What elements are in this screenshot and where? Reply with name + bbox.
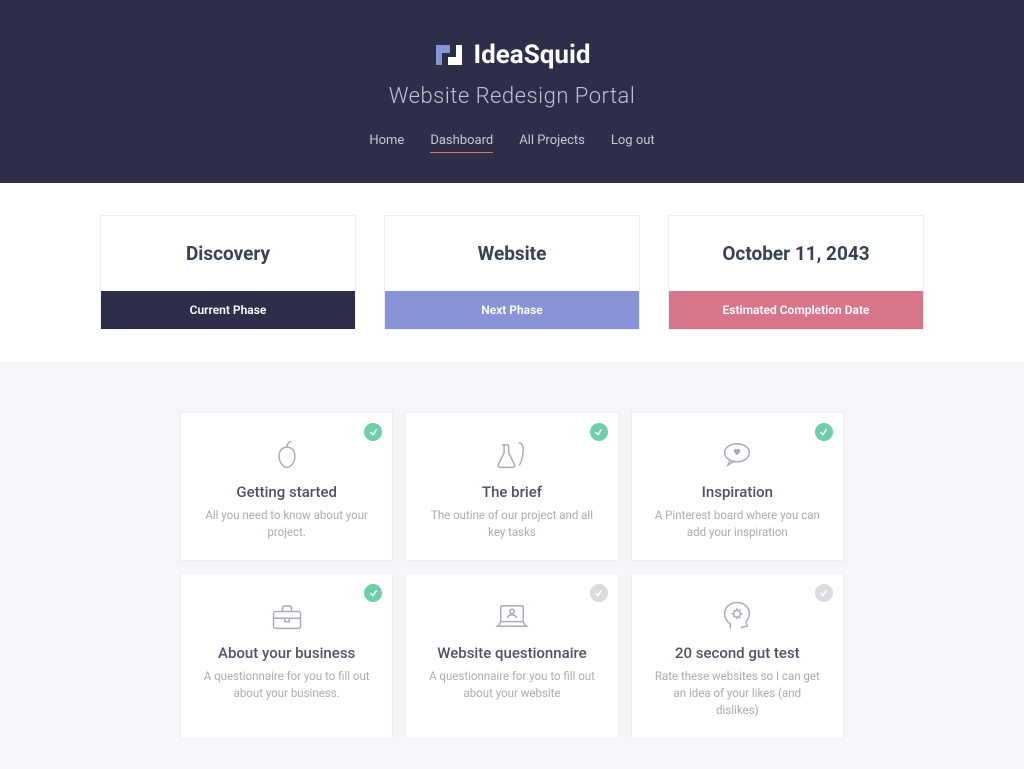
status-label: Estimated Completion Date: [669, 291, 923, 329]
task-title: Website questionnaire: [428, 644, 595, 662]
task-description: A Pinterest board where you can add your…: [654, 507, 821, 540]
task-title: Inspiration: [654, 483, 821, 501]
task-description: A questionnaire for you to fill out abou…: [428, 668, 595, 701]
check-badge-done-icon: [364, 584, 382, 602]
task-card[interactable]: 20 second gut test Rate these websites so…: [631, 573, 844, 739]
task-card[interactable]: Inspiration A Pinterest board where you c…: [631, 412, 844, 561]
check-badge-done-icon: [364, 423, 382, 441]
logo-icon: [434, 43, 464, 67]
task-description: A questionnaire for you to fill out abou…: [203, 668, 370, 701]
status-card-completion-date: October 11, 2043 Estimated Completion Da…: [668, 215, 924, 330]
nav-home[interactable]: Home: [369, 133, 404, 153]
status-card-next-phase: Website Next Phase: [384, 215, 640, 330]
laptop-user-icon: [428, 600, 595, 632]
task-description: All you need to know about your project.: [203, 507, 370, 540]
check-badge-done-icon: [815, 423, 833, 441]
status-value: Website: [385, 216, 639, 291]
status-value: October 11, 2043: [669, 216, 923, 291]
status-label: Next Phase: [385, 291, 639, 329]
brand-name: IdeaSquid: [474, 40, 591, 70]
nav-all-projects[interactable]: All Projects: [519, 133, 585, 153]
task-title: Getting started: [203, 483, 370, 501]
task-card[interactable]: Website questionnaire A questionnaire for…: [405, 573, 618, 739]
status-section: Discovery Current Phase Website Next Pha…: [0, 183, 1024, 362]
main-nav: Home Dashboard All Projects Log out: [0, 133, 1024, 153]
nav-dashboard[interactable]: Dashboard: [430, 133, 493, 153]
header: IdeaSquid Website Redesign Portal Home D…: [0, 0, 1024, 183]
status-value: Discovery: [101, 216, 355, 291]
nav-log-out[interactable]: Log out: [611, 133, 655, 153]
tasks-section: Getting started All you need to know abou…: [0, 362, 1024, 769]
head-gear-icon: [654, 600, 821, 632]
status-card-current-phase: Discovery Current Phase: [100, 215, 356, 330]
status-label: Current Phase: [101, 291, 355, 329]
task-description: The outine of our project and all key ta…: [428, 507, 595, 540]
task-description: Rate these websites so I can get an idea…: [654, 668, 821, 718]
briefcase-icon: [203, 600, 370, 632]
heart-bubble-icon: [654, 439, 821, 471]
logo: IdeaSquid: [0, 40, 1024, 70]
check-badge-pending-icon: [590, 584, 608, 602]
check-badge-pending-icon: [815, 584, 833, 602]
apple-icon: [203, 439, 370, 471]
task-card[interactable]: About your business A questionnaire for y…: [180, 573, 393, 739]
flask-leaf-icon: [428, 439, 595, 471]
task-title: About your business: [203, 644, 370, 662]
page-title: Website Redesign Portal: [0, 84, 1024, 109]
task-card[interactable]: Getting started All you need to know abou…: [180, 412, 393, 561]
task-card[interactable]: The brief The outine of our project and a…: [405, 412, 618, 561]
task-title: The brief: [428, 483, 595, 501]
check-badge-done-icon: [590, 423, 608, 441]
task-title: 20 second gut test: [654, 644, 821, 662]
